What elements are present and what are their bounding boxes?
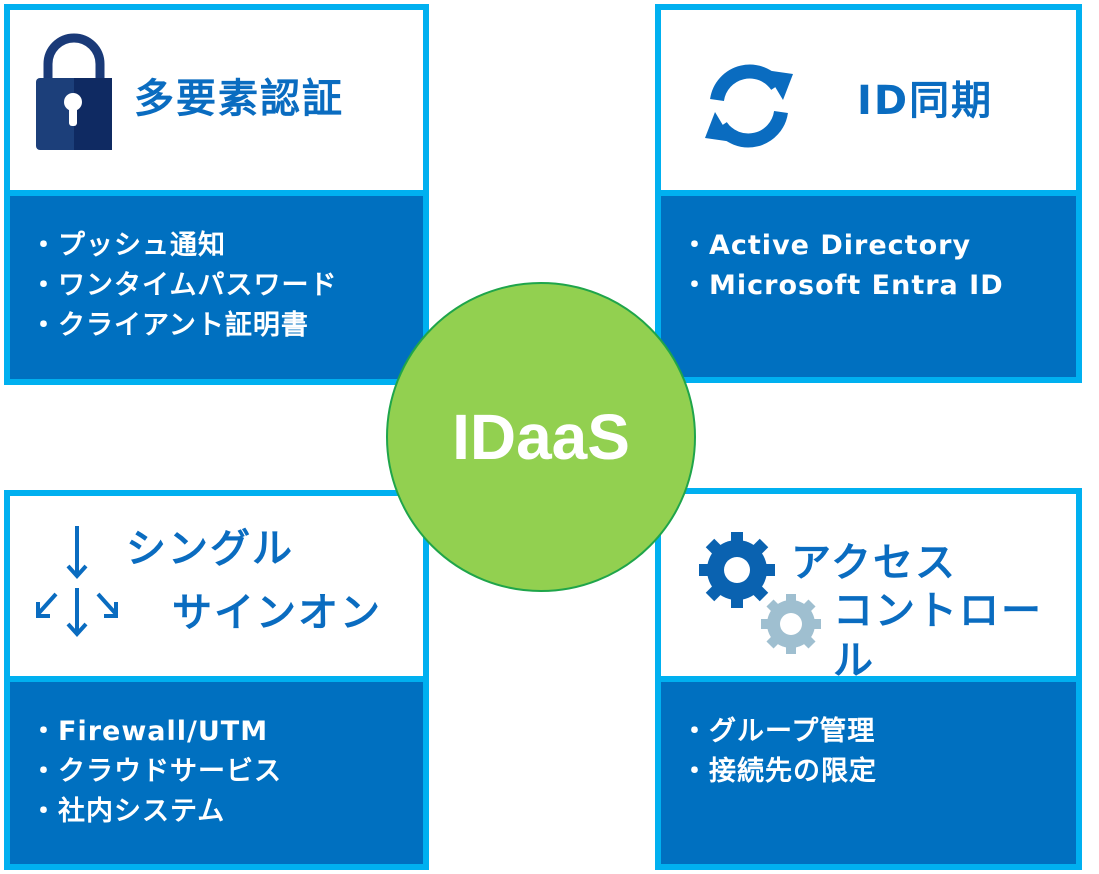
card-title: サインオン [172,590,382,636]
list-item: グループ管理 [681,712,1076,752]
list-item: Active Directory [681,226,1076,266]
list-item: クラウドサービス [30,752,423,792]
list-item: 社内システム [30,792,423,832]
list-item: 接続先の限定 [681,752,1076,792]
card-title: シングル [126,526,294,572]
card-header: 多要素認証 [4,4,429,196]
card-access-control: アクセス コントロール グループ管理 接続先の限定 [655,488,1082,870]
card-id-sync: ID同期 Active Directory Microsoft Entra ID [655,4,1082,383]
card-body: グループ管理 接続先の限定 [655,676,1082,870]
list-item: Microsoft Entra ID [681,266,1076,306]
card-title: アクセス [791,540,957,586]
branch-arrows-icon [36,526,118,637]
list-item: ワンタイムパスワード [30,266,423,306]
card-mfa: 多要素認証 プッシュ通知 ワンタイムパスワード クライアント証明書 [4,4,429,385]
card-body: Active Directory Microsoft Entra ID [655,190,1082,383]
card-title: ID同期 [857,78,994,124]
card-title: コントロール [833,588,1043,684]
card-title: 多要素認証 [134,76,344,122]
idaas-hub: IDaaS [386,282,696,592]
card-header: シングル サインオン [4,490,429,682]
list-item: プッシュ通知 [30,226,423,266]
card-sso: シングル サインオン Firewall/UTM クラウドサービス 社内システム [4,490,429,870]
lock-icon [36,33,112,150]
card-header: アクセス コントロール [655,488,1082,684]
card-body: Firewall/UTM クラウドサービス 社内システム [4,676,429,870]
sync-icon [705,64,793,148]
card-body: プッシュ通知 ワンタイムパスワード クライアント証明書 [4,190,429,385]
card-header: ID同期 [655,4,1082,196]
list-item: Firewall/UTM [30,712,423,752]
list-item: クライアント証明書 [30,306,423,346]
